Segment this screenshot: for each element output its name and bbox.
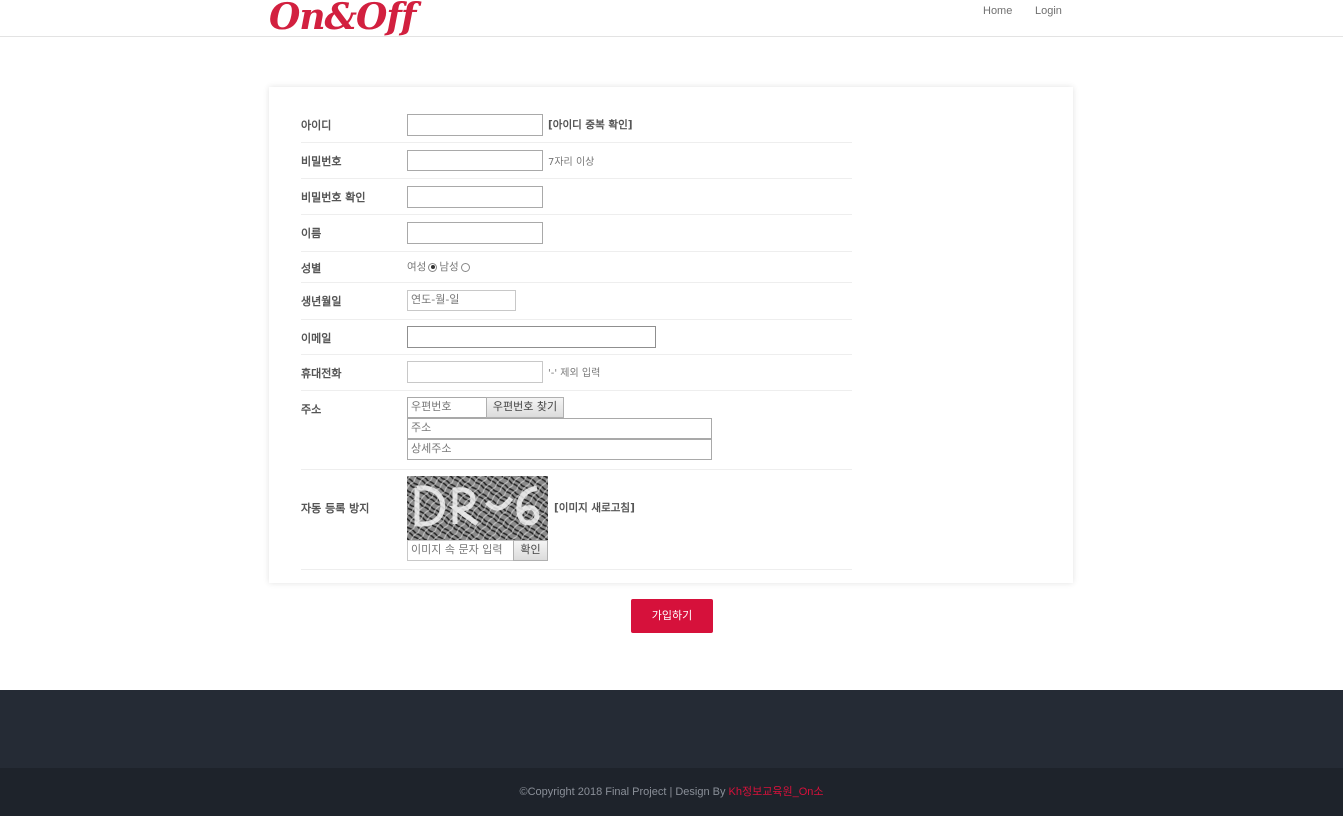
site-logo[interactable]: On&Off (269, 0, 416, 38)
id-duplicate-check-link[interactable]: [아이디 중복 확인] (548, 117, 633, 132)
gender-male-label: 남성 (439, 261, 459, 273)
row-name: 이름 (301, 215, 852, 252)
name-label: 이름 (301, 227, 322, 240)
signup-form-card: 아이디 [아이디 중복 확인] 비밀번호 7자리 이상 비밀번호 확인 이름 성… (269, 87, 1073, 583)
row-password-confirm: 비밀번호 확인 (301, 179, 852, 215)
birthdate-input[interactable]: 연도-월-일 (407, 290, 516, 311)
gender-options: 여성 남성 (407, 259, 472, 274)
signup-submit-button[interactable]: 가입하기 (631, 599, 713, 633)
gender-male-radio[interactable] (460, 262, 470, 272)
name-input[interactable] (407, 222, 543, 244)
phone-hint: '-' 제외 입력 (548, 368, 601, 379)
birthdate-label: 생년월일 (301, 295, 342, 308)
password-confirm-input[interactable] (407, 186, 543, 208)
copyright-main: ©Copyright 2018 Final Project | Design B… (519, 786, 729, 798)
gender-female-radio[interactable] (428, 262, 438, 272)
row-id: 아이디 [아이디 중복 확인] (301, 107, 852, 143)
nav-home-link[interactable]: Home (983, 5, 1012, 17)
address-input[interactable]: 주소 (407, 418, 712, 439)
captcha-image (407, 476, 548, 540)
row-email: 이메일 (301, 320, 852, 355)
zipcode-input[interactable]: 우편번호 (407, 397, 487, 418)
address-detail-input[interactable]: 상세주소 (407, 439, 712, 460)
phone-label: 휴대전화 (301, 367, 342, 380)
row-captcha: 자동 등록 방지 [이미지 새로고침] 이미지 속 문자 입력 확인 (301, 470, 852, 570)
email-label: 이메일 (301, 332, 332, 345)
phone-input[interactable] (407, 361, 543, 383)
gender-label: 성별 (301, 262, 322, 275)
captcha-input[interactable]: 이미지 속 문자 입력 (407, 540, 514, 561)
password-hint: 7자리 이상 (548, 157, 595, 168)
captcha-refresh-link[interactable]: [이미지 새로고침] (554, 500, 635, 515)
copyright-text: ©Copyright 2018 Final Project | Design B… (0, 783, 1343, 799)
row-phone: 휴대전화 '-' 제외 입력 (301, 355, 852, 391)
email-input[interactable] (407, 326, 656, 348)
captcha-confirm-button[interactable]: 확인 (513, 540, 548, 561)
id-input[interactable] (407, 114, 543, 136)
row-address: 주소 우편번호 우편번호 찾기 주소 상세주소 (301, 391, 852, 470)
footer-top (0, 690, 1343, 768)
password-label: 비밀번호 (301, 155, 342, 168)
gender-female-label: 여성 (407, 261, 427, 273)
password-input[interactable] (407, 150, 543, 171)
nav-login-link[interactable]: Login (1035, 5, 1062, 17)
captcha-label: 자동 등록 방지 (301, 502, 370, 515)
address-label: 주소 (301, 403, 322, 416)
credit-link[interactable]: Kh정보교육원_On소 (729, 786, 824, 798)
id-label: 아이디 (301, 119, 332, 132)
footer-bottom: ©Copyright 2018 Final Project | Design B… (0, 768, 1343, 816)
find-zipcode-button[interactable]: 우편번호 찾기 (486, 397, 564, 418)
row-birthdate: 생년월일 연도-월-일 (301, 283, 852, 320)
row-gender: 성별 여성 남성 (301, 252, 852, 283)
row-password: 비밀번호 7자리 이상 (301, 143, 852, 179)
password-confirm-label: 비밀번호 확인 (301, 191, 366, 204)
top-navbar: On&Off Home Login (0, 0, 1343, 38)
